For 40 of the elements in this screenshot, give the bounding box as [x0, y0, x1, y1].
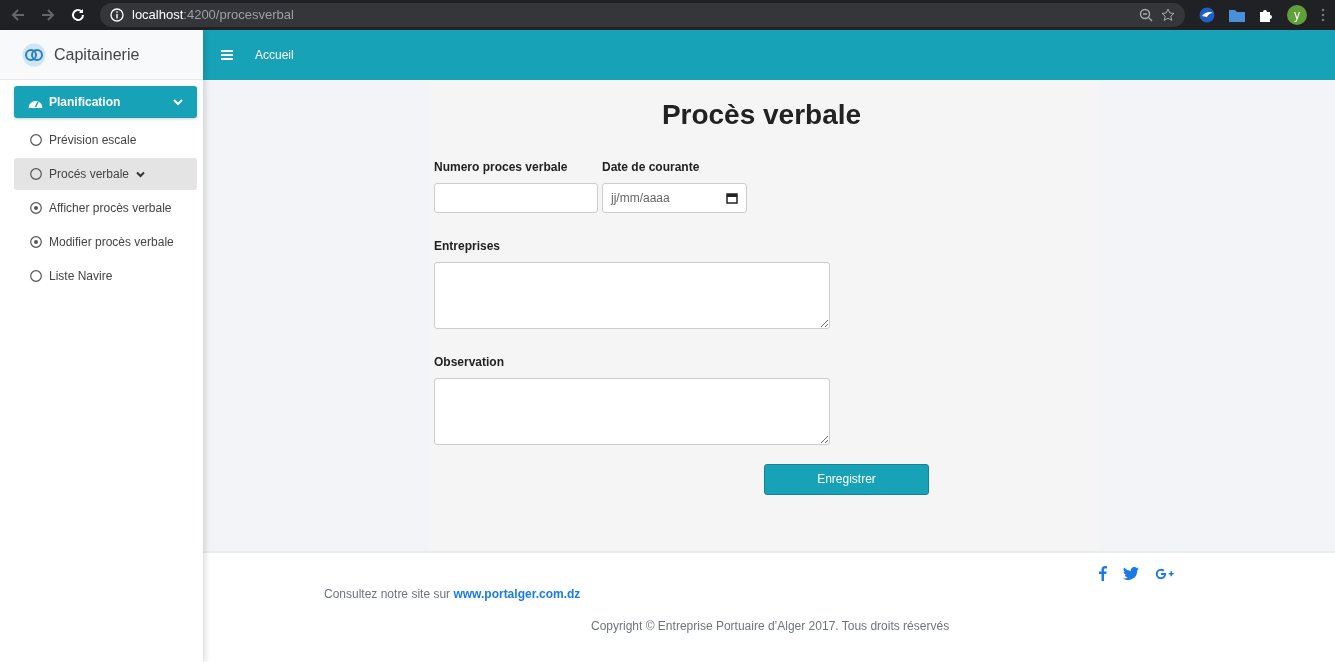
circle-icon	[30, 270, 42, 282]
url-text: localhost:4200/procesverbal	[132, 6, 294, 25]
menu-icon[interactable]	[221, 50, 233, 60]
page-title: Procès verbale	[660, 98, 863, 132]
sidebar-item[interactable]: Liste Navire	[14, 260, 197, 292]
facebook-icon[interactable]	[1099, 566, 1107, 581]
google-plus-icon[interactable]	[1155, 567, 1175, 580]
field-label: Numero proces verbale	[434, 158, 569, 176]
twitter-icon[interactable]	[1123, 567, 1139, 580]
chevron-icon	[136, 170, 146, 178]
field-label: Observation	[434, 353, 506, 371]
copyright-text: Copyright © Entreprise Portuaire d’Alger 2017. Tous droits réservés	[591, 618, 950, 635]
dot-circle-icon	[30, 236, 42, 248]
calendar-icon[interactable]	[726, 191, 738, 204]
sidebar-item[interactable]: Procés verbale	[14, 158, 197, 190]
forward-icon[interactable]	[40, 7, 56, 23]
star-icon[interactable]	[1161, 8, 1175, 22]
sidebar-item[interactable]: Prévision escale	[14, 124, 197, 156]
date-field[interactable]: jj/mm/aaaa	[602, 182, 747, 213]
info-icon	[110, 8, 124, 22]
folder-icon[interactable]	[1229, 8, 1245, 22]
zoom-out-icon[interactable]	[1139, 8, 1153, 22]
circle-icon	[30, 134, 42, 146]
field-label: Date de courante	[602, 158, 701, 176]
footer-text: Consultez notre site sur www.portalger.com.dz	[324, 586, 581, 603]
more-icon[interactable]	[1321, 8, 1325, 22]
website-link[interactable]: www.portalger.com.dz	[453, 587, 581, 601]
sidebar-subitem[interactable]: Modifier procès verbale	[14, 226, 197, 258]
text-field[interactable]	[434, 182, 598, 213]
reload-icon[interactable]	[70, 7, 86, 23]
brand-name: Capitainerie	[54, 44, 140, 65]
puzzle-icon[interactable]	[1259, 8, 1273, 22]
sidebar-subitem[interactable]: Afficher procès verbale	[14, 192, 197, 224]
field-label: Entreprises	[434, 237, 502, 255]
address-bar[interactable]: localhost:4200/procesverbal	[100, 3, 1185, 27]
circle-icon	[30, 168, 42, 180]
back-icon[interactable]	[10, 7, 26, 23]
dot-circle-icon	[30, 202, 42, 214]
logo-icon	[22, 42, 46, 67]
chevron-icon	[173, 98, 183, 106]
